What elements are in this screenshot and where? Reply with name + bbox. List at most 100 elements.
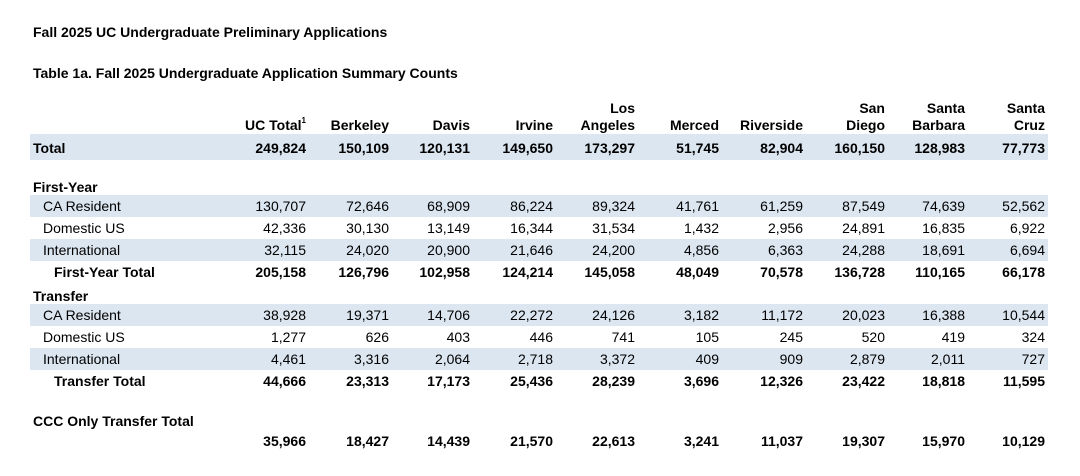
column-header: Santa Barbara [888, 96, 968, 134]
value-cell [309, 160, 392, 174]
value-cell: 23,422 [842, 373, 885, 389]
column-header-line2: UC Total [245, 117, 302, 133]
transfer-row: Domestic US 1,277 626 403 446 741 105 245 520 419… [30, 326, 1048, 348]
value-cell: 727 [968, 348, 1048, 370]
transfer-total-row-label: Transfer Total [54, 373, 146, 389]
value-cell: 28,239 [592, 373, 635, 389]
value-cell: 22,613 [592, 433, 635, 449]
value-cell [309, 283, 392, 304]
value-cell [888, 174, 968, 195]
value-cell: 11,037 [760, 433, 803, 449]
value-cell: 52,562 [968, 195, 1048, 217]
value-cell: 24,020 [309, 239, 392, 261]
footnote-marker: 1 [301, 116, 306, 125]
value-cell: 2,956 [767, 220, 803, 236]
column-header-line2: Cruz [1013, 117, 1045, 133]
value-cell [392, 392, 473, 408]
value-cell: 32,115 [217, 239, 309, 261]
value-cell: 6,694 [968, 239, 1048, 261]
spacer-row-label [30, 160, 217, 174]
ccc-values-row-label [30, 429, 217, 453]
value-cell: 31,534 [592, 220, 635, 236]
value-cell: 12,326 [760, 373, 803, 389]
column-header-line2: Davis [432, 117, 470, 133]
column-header: Santa Cruz [968, 96, 1048, 134]
first-year-row: CA Resident 130,707 72,646 68,909 86,224 89,3… [30, 195, 1048, 217]
value-cell [556, 392, 638, 408]
value-cell [888, 408, 968, 429]
first-year-row-label: Domestic US [43, 220, 125, 236]
value-cell [556, 174, 638, 195]
value-cell [473, 174, 556, 195]
value-cell [722, 392, 806, 408]
value-cell: 409 [638, 348, 722, 370]
value-cell: 35,966 [263, 433, 306, 449]
value-cell: 70,578 [760, 264, 803, 280]
value-cell: 16,835 [922, 220, 965, 236]
value-cell [473, 392, 556, 408]
value-cell [638, 283, 722, 304]
value-cell [968, 174, 1048, 195]
value-cell: 66,178 [1002, 264, 1045, 280]
value-cell [722, 283, 806, 304]
value-cell: 909 [722, 348, 806, 370]
column-header: Riverside [722, 96, 806, 134]
value-cell: 61,259 [722, 195, 806, 217]
value-cell [638, 408, 722, 429]
value-cell [473, 160, 556, 174]
column-header-line2: Riverside [739, 117, 803, 133]
value-cell: 150,109 [309, 134, 392, 160]
first-year-row: Domestic US 42,336 30,130 13,149 16,344 31,53… [30, 217, 1048, 239]
value-cell [968, 408, 1048, 429]
value-cell: 24,288 [806, 239, 888, 261]
value-cell: 2,064 [392, 348, 473, 370]
value-cell: 30,130 [346, 220, 389, 236]
value-cell: 446 [529, 329, 553, 345]
value-cell: 41,761 [638, 195, 722, 217]
value-cell: 102,958 [419, 264, 470, 280]
value-cell: 130,707 [217, 195, 309, 217]
value-cell: 4,856 [638, 239, 722, 261]
value-cell: 21,570 [510, 433, 553, 449]
value-cell [392, 174, 473, 195]
value-cell: 20,023 [806, 304, 888, 326]
value-cell [968, 392, 1048, 408]
value-cell: 120,131 [392, 134, 473, 160]
value-cell [392, 283, 473, 304]
value-cell [473, 283, 556, 304]
value-cell [217, 392, 309, 408]
value-cell: 205,158 [255, 264, 306, 280]
value-cell: 24,891 [842, 220, 885, 236]
value-cell [556, 408, 638, 429]
value-cell [473, 408, 556, 429]
value-cell: 23,313 [346, 373, 389, 389]
transfer-row: CA Resident 38,928 19,371 14,706 22,272 24,12… [30, 304, 1048, 326]
value-cell: 245 [779, 329, 803, 345]
value-cell: 74,639 [888, 195, 968, 217]
value-cell: 48,049 [676, 264, 719, 280]
value-cell: 14,439 [427, 433, 470, 449]
value-cell: 3,372 [556, 348, 638, 370]
value-cell: 324 [1021, 329, 1045, 345]
value-cell: 626 [365, 329, 389, 345]
value-cell: 1,432 [683, 220, 719, 236]
value-cell [638, 160, 722, 174]
value-cell: 3,696 [683, 373, 719, 389]
value-cell: 3,182 [638, 304, 722, 326]
value-cell: 25,436 [510, 373, 553, 389]
value-cell: 145,058 [584, 264, 635, 280]
value-cell: 3,241 [683, 433, 719, 449]
column-header: UC Total1 [217, 96, 309, 134]
value-cell [392, 408, 473, 429]
value-cell: 403 [446, 329, 470, 345]
value-cell [968, 283, 1048, 304]
column-header: Irvine [473, 96, 556, 134]
value-cell: 6,363 [722, 239, 806, 261]
value-cell [806, 392, 888, 408]
value-cell: 16,388 [888, 304, 968, 326]
column-header: Berkeley [309, 96, 392, 134]
value-cell: 10,544 [968, 304, 1048, 326]
value-cell: 419 [941, 329, 965, 345]
value-cell: 160,150 [806, 134, 888, 160]
spacer-row [30, 160, 1048, 174]
